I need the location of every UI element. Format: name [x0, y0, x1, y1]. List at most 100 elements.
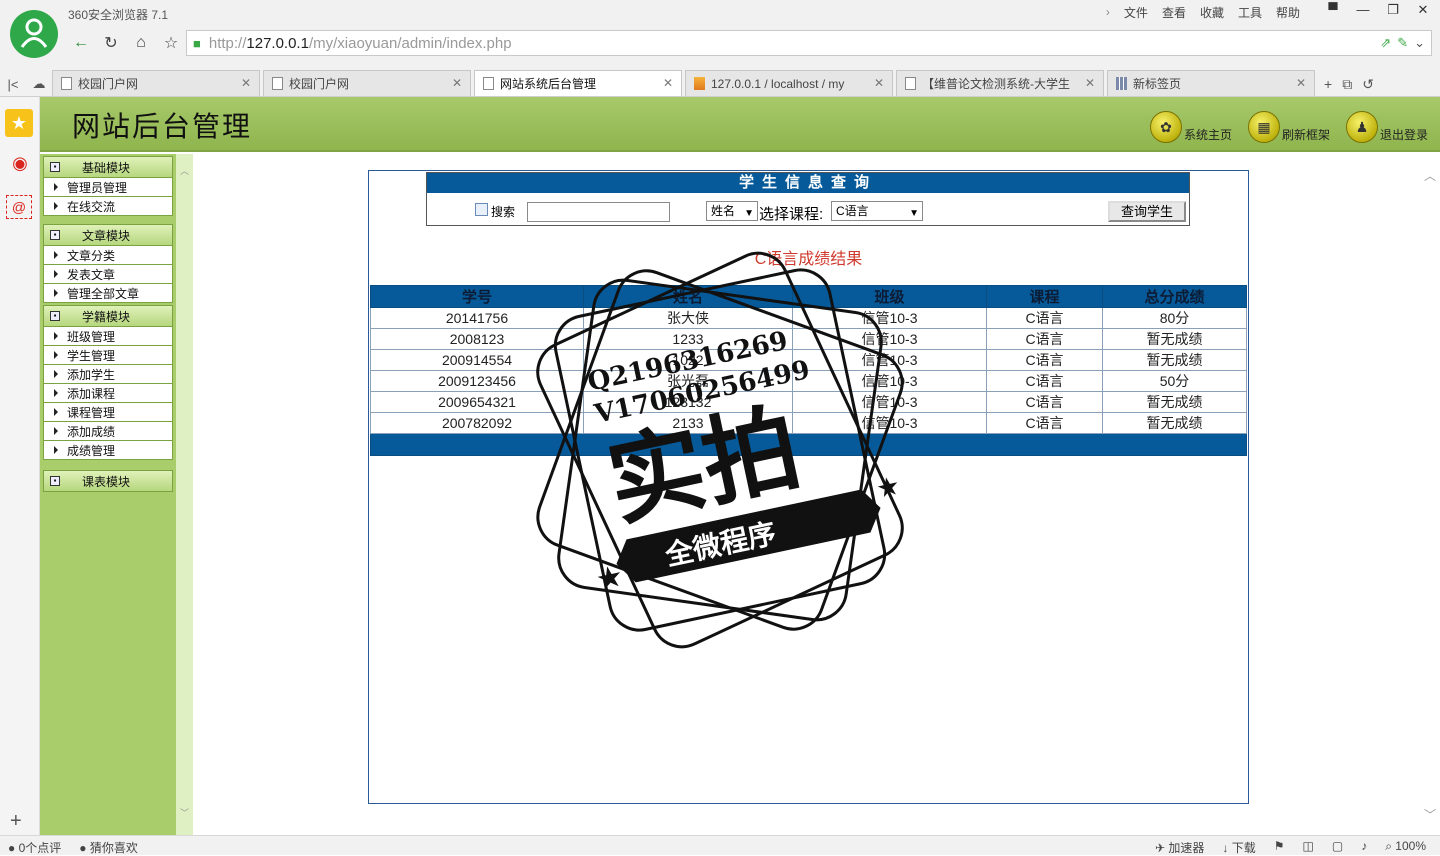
group-label: 文章模块	[82, 228, 131, 243]
guess-you-like[interactable]: ● 猜你喜欢	[79, 839, 138, 856]
sidebar-item-course-manage[interactable]: 课程管理	[43, 403, 173, 422]
browser-logo[interactable]	[10, 10, 58, 58]
group-basic: ▪ 基础模块 管理员管理 在线交流	[43, 156, 173, 216]
volume-icon[interactable]: ♪	[1361, 839, 1367, 856]
sidebar-item-publish-article[interactable]: 发表文章	[43, 265, 173, 284]
add-plus-icon[interactable]: +	[10, 810, 22, 833]
reload-icon[interactable]: ↻	[96, 31, 126, 55]
group-label: 基础模块	[82, 160, 131, 175]
cell-class: 信管10-3	[792, 349, 987, 371]
cloud-icon[interactable]: ☁	[26, 72, 52, 96]
sidebar-item-class-manage[interactable]: 班级管理	[43, 327, 173, 346]
page-title: 网站后台管理	[72, 110, 253, 143]
close-icon[interactable]: ✕	[241, 76, 251, 90]
page-scroll-down-icon[interactable]: ﹀	[1424, 806, 1436, 823]
refresh-frame-button[interactable]: ▦ 刷新框架	[1247, 111, 1330, 143]
group-header-article[interactable]: ▪ 文章模块	[43, 224, 173, 246]
browser-menu: › 文件 查看 收藏 工具 帮助	[1106, 4, 1300, 20]
group-header-student-records[interactable]: ▪ 学籍模块	[43, 305, 173, 327]
minimize-button[interactable]: —	[1354, 2, 1372, 18]
comments-status[interactable]: ● 0个点评	[8, 839, 61, 856]
close-icon[interactable]: ✕	[874, 76, 884, 90]
home-icon[interactable]: ⌂	[126, 31, 156, 55]
system-home-button[interactable]: ✿ 系统主页	[1149, 111, 1232, 143]
sidebar-item-add-course[interactable]: 添加课程	[43, 384, 173, 403]
screenshot-icon[interactable]: ◫	[1303, 839, 1314, 856]
download-icon[interactable]: ↓ 下载	[1222, 839, 1255, 856]
chevron-down-icon[interactable]: ⌄	[1414, 35, 1425, 51]
search-input[interactable]	[527, 202, 670, 222]
group-article: ▪ 文章模块 文章分类 发表文章 管理全部文章	[43, 224, 173, 303]
sidebar-item-add-score[interactable]: 添加成绩	[43, 422, 173, 441]
shirt-skin-icon[interactable]: ▀	[1324, 2, 1342, 18]
menu-favorites[interactable]: 收藏	[1200, 4, 1224, 21]
sidebar-item-add-student[interactable]: 添加学生	[43, 365, 173, 384]
scroll-down-icon[interactable]: ﹀	[180, 806, 189, 819]
admin-sidebar: ▪ 基础模块 管理员管理 在线交流 ▪ 文章模块 文章分类 发表文章 管理全部文章 …	[40, 154, 176, 835]
sidebar-item-manage-articles[interactable]: 管理全部文章	[43, 284, 173, 303]
sidebar-item-article-category[interactable]: 文章分类	[43, 246, 173, 265]
sidebar-toggle-icon[interactable]: |<	[0, 72, 26, 96]
tab-4[interactable]: 127.0.0.1 / localhost / my ✕	[685, 70, 893, 96]
search-field-select[interactable]: 姓名 ▼	[706, 201, 758, 221]
new-tab-plus-icon[interactable]: +	[1324, 76, 1332, 92]
menu-view[interactable]: 查看	[1162, 4, 1186, 21]
favorites-star-icon[interactable]: ★	[5, 109, 33, 137]
cell-id: 200782092	[370, 412, 584, 434]
window-icon[interactable]: ▢	[1332, 839, 1343, 856]
sidebar-item-student-manage[interactable]: 学生管理	[43, 346, 173, 365]
sidebar-item-admin-manage[interactable]: 管理员管理	[43, 178, 173, 197]
weibo-icon[interactable]: ◉	[6, 153, 34, 179]
group-header-timetable[interactable]: ▪ 课表模块	[43, 470, 173, 492]
address-bar[interactable]: ■ http://127.0.0.1/my/xiaoyuan/admin/ind…	[186, 30, 1432, 56]
window-controls: ▀ — ❐ ✕	[1324, 2, 1432, 18]
tab-3[interactable]: 网站系统后台管理 ✕	[474, 70, 682, 96]
share-icon[interactable]: ⇗	[1380, 35, 1391, 51]
item-label: 管理全部文章	[67, 286, 140, 301]
menu-tools[interactable]: 工具	[1238, 4, 1262, 21]
tab-label: 127.0.0.1 / localhost / my	[711, 76, 845, 91]
page-scroll-up-icon[interactable]: ︿	[1424, 167, 1436, 184]
close-icon[interactable]: ✕	[1296, 76, 1306, 90]
undo-close-icon[interactable]: ↺	[1362, 76, 1374, 93]
cell-score: 暂无成绩	[1102, 412, 1247, 434]
leaf-icon[interactable]: ✎	[1397, 35, 1408, 51]
cell-score: 暂无成绩	[1102, 391, 1247, 413]
group-label: 课表模块	[82, 474, 131, 489]
back-arrow-icon[interactable]: ←	[66, 31, 96, 55]
tab-6[interactable]: 新标签页 ✕	[1107, 70, 1315, 96]
zoom-level[interactable]: ⌕ 100%	[1385, 839, 1426, 856]
mail-at-icon[interactable]: @	[6, 195, 32, 219]
restore-windows-icon[interactable]: ⧉	[1342, 76, 1352, 93]
close-icon[interactable]: ✕	[663, 76, 673, 90]
logout-label: 退出登录	[1379, 128, 1428, 142]
expand-icon: ▪	[50, 311, 60, 321]
menu-help[interactable]: 帮助	[1276, 4, 1300, 21]
sidebar-item-online-chat[interactable]: 在线交流	[43, 197, 173, 216]
close-icon[interactable]: ✕	[1085, 76, 1095, 90]
group-header-basic[interactable]: ▪ 基础模块	[43, 156, 173, 178]
speedup-icon[interactable]: ✈ 加速器	[1155, 839, 1204, 856]
close-window-button[interactable]: ✕	[1414, 2, 1432, 18]
query-student-button[interactable]: 查询学生	[1108, 201, 1186, 222]
col-student-id: 学号	[370, 285, 584, 308]
tab-5[interactable]: 【维普论文检测系统-大学生 ✕	[896, 70, 1104, 96]
tab-2[interactable]: 校园门户网 ✕	[263, 70, 471, 96]
sidebar-item-score-manage[interactable]: 成绩管理	[43, 441, 173, 460]
cell-class: 信管10-3	[792, 370, 987, 392]
logout-button[interactable]: ♟ 退出登录	[1345, 111, 1428, 143]
flag-icon[interactable]: ⚑	[1274, 839, 1285, 856]
course-select[interactable]: C语言 ▼	[831, 201, 923, 221]
maximize-button[interactable]: ❐	[1384, 2, 1402, 18]
star-bookmark-icon[interactable]: ☆	[156, 31, 186, 55]
scroll-up-icon[interactable]: ︿	[180, 164, 189, 177]
grid-icon	[1116, 77, 1127, 90]
chevron-right-icon[interactable]: ›	[1106, 5, 1110, 19]
close-icon[interactable]: ✕	[452, 76, 462, 90]
sidebar-scrollbar[interactable]: ︿ ﹀	[176, 154, 193, 835]
cell-id: 2009123456	[370, 370, 584, 392]
menu-file[interactable]: 文件	[1124, 4, 1148, 21]
item-label: 发表文章	[67, 267, 116, 282]
tab-1[interactable]: 校园门户网 ✕	[52, 70, 260, 96]
chevron-down-icon: ▼	[909, 208, 919, 219]
